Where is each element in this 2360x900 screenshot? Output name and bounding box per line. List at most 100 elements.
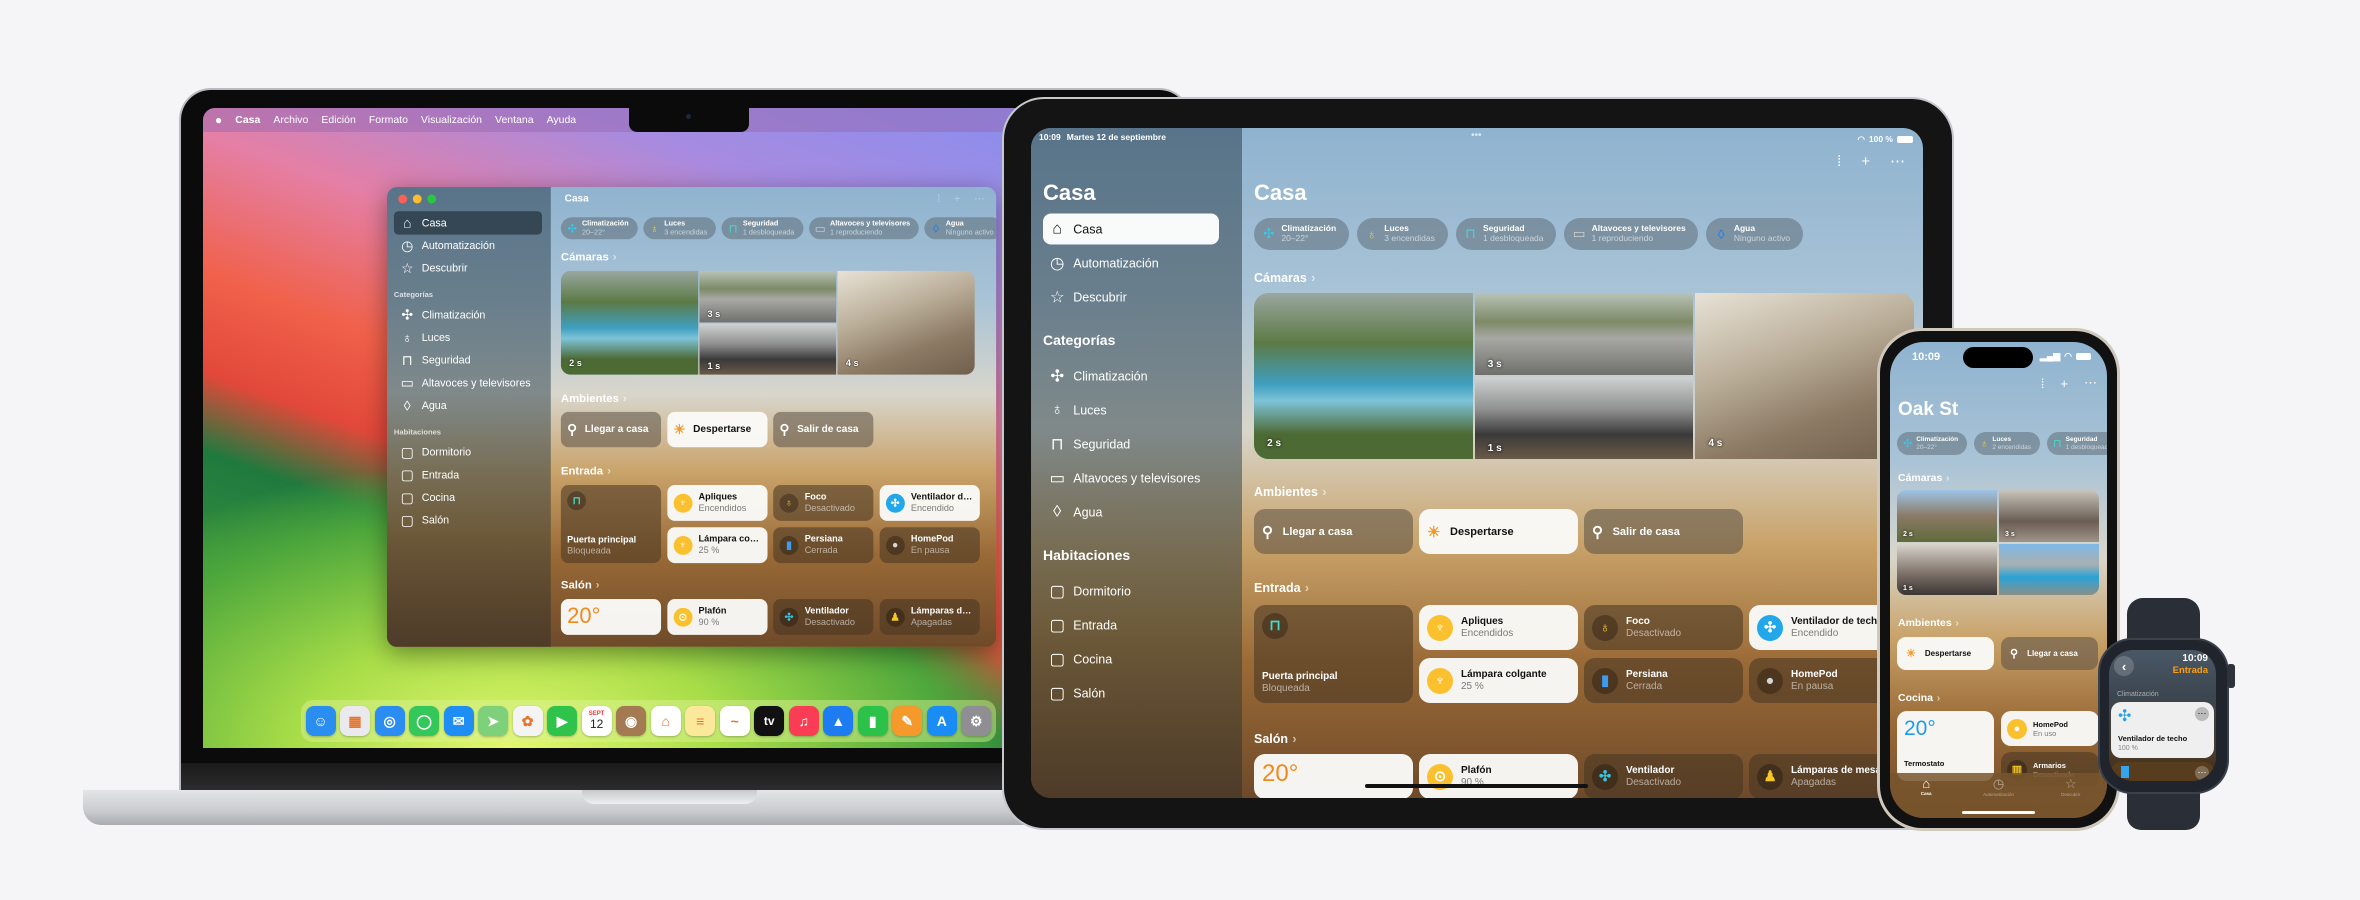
camera-feed[interactable]: 2 s [1897,490,1997,542]
sidebar-item[interactable]: ☆ Descubrir [394,257,542,280]
chip-fan[interactable]: ✣ Climatización 20–22° [1254,218,1349,250]
chip-speaker[interactable]: ▭ Altavoces y televisores 1 reproduciendo [808,217,919,240]
settings-icon[interactable]: ⚙ [961,706,992,736]
accessory-tile[interactable]: ⊓ Puerta principal Bloqueada [560,484,662,564]
home-icon[interactable]: ⌂ [650,706,681,736]
sidebar-item[interactable]: ▭ Altavoces y televisores [394,371,542,394]
camera-feed[interactable]: 3 s [699,270,837,323]
photos-icon[interactable]: ✿ [512,706,543,736]
waveform-button[interactable]: ⁞ [937,193,940,206]
sidebar-item[interactable]: ▢ Dormitorio [394,441,542,464]
menu-item[interactable]: Visualización [421,114,482,126]
thermostat-tile[interactable]: 20° [560,599,662,635]
chip-water[interactable]: ◊ Agua Ninguno activo [1706,218,1803,250]
scene-button[interactable]: ⚲ Llegar a casa [560,411,662,448]
sidebar-item[interactable]: ◷ Automatización [1043,248,1219,279]
messages-icon[interactable]: ◯ [409,706,440,736]
accessory-tile[interactable]: ✣ Ventilador Desactivado [1584,754,1743,798]
scenes-header[interactable]: Ambientes › [1898,617,1959,629]
menu-item[interactable]: Ayuda [547,114,577,126]
room-header[interactable]: Salón › [1254,732,1297,746]
plus-button[interactable]: + [2060,376,2068,391]
plus-button[interactable]: + [954,193,960,206]
camera-feed[interactable]: 1 s [1897,543,1997,595]
sidebar-item[interactable]: ⌂ Casa [1043,213,1219,245]
more-button[interactable]: ⋯ [2195,766,2209,780]
minimize-button[interactable] [412,194,422,204]
apple-logo-icon[interactable]: ● [215,113,222,127]
pages-icon[interactable]: ✎ [892,706,923,736]
tab-house[interactable]: ⌂ Casa [1891,776,1961,818]
accessory-tile[interactable]: ♆ Apliques Encendidos [667,484,768,521]
plus-button[interactable]: + [1861,153,1870,170]
accessory-tile[interactable]: ● HomePod En uso [2001,711,2099,746]
music-icon[interactable]: ♫ [788,706,819,736]
accessory-tile[interactable]: ♆ Lámpara colg... 25 % [667,527,768,564]
menu-item[interactable]: Casa [235,114,260,126]
accessory-tile[interactable]: ✣ Ventilador de t...Encendido [879,484,980,521]
menu-item[interactable]: Edición [321,114,355,126]
contacts-icon[interactable]: ◉ [616,706,647,736]
scenes-header[interactable]: Ambientes › [561,392,627,405]
back-button[interactable]: ‹ [2114,656,2134,676]
chip-lock[interactable]: ⊓ Seguridad1 desbloqueada [1455,218,1557,250]
accessory-tile[interactable]: ♆ Apliques Encendidos [1419,605,1578,650]
camera-feed[interactable]: 1 s [699,323,837,375]
camera-feed[interactable]: 4 s [837,270,975,375]
scenes-header[interactable]: Ambientes › [1254,485,1326,499]
mail-icon[interactable]: ✉ [443,706,474,736]
sidebar-item[interactable]: ◊ Agua [1043,497,1219,528]
accessory-tile[interactable]: ▮ Persiana Cerrada [773,527,874,564]
chip-lock[interactable]: ⊓ Seguridad1 desbloqueada [721,217,804,240]
watch-accessory-card[interactable]: ✣ ⋯ Ventilador de techo 100 % [2111,702,2214,758]
sidebar-item[interactable]: ▢ Dormitorio [1043,576,1219,607]
home-indicator[interactable] [1962,811,2035,814]
more-button[interactable]: ⋯ [2084,375,2097,391]
facetime-icon[interactable]: ▶ [547,706,578,736]
accessory-tile[interactable]: ♆ Lámpara colgante 25 % [1419,658,1578,703]
freeform-icon[interactable]: ~ [719,706,750,736]
room-header[interactable]: Salón › [561,579,600,592]
camera-feed[interactable]: 2 s [560,270,699,375]
scene-button[interactable]: ⚲ Llegar a casa [1254,509,1413,554]
multitasking-dots[interactable]: ••• [1471,130,1482,141]
camera-feed[interactable]: 2 s [1254,293,1473,459]
waveform-button[interactable]: ⁞ [2041,376,2045,391]
waveform-button[interactable]: ⁞ [1837,153,1841,170]
room-header[interactable]: Cocina › [1898,692,1940,704]
notes-icon[interactable]: ≡ [685,706,716,736]
sidebar-item[interactable]: ♁ Luces [1043,395,1219,426]
maps-icon[interactable]: ➤ [478,706,509,736]
thermostat-tile[interactable]: 20° [1254,754,1413,798]
camera-feed[interactable] [1999,543,2099,595]
sidebar-item[interactable]: ▢ Entrada [1043,610,1219,641]
digital-crown[interactable] [2227,664,2235,688]
accessory-tile[interactable]: ⊓ Puerta principal Bloqueada [1254,605,1413,703]
scene-button[interactable]: ☀ Despertarse [1419,509,1578,554]
scene-button[interactable]: ⚲ Salir de casa [1584,509,1743,554]
accessory-tile[interactable]: ✣ Ventilador Desactivado [773,599,874,635]
accessory-tile[interactable]: ⊙ Plafón 90 % [1419,754,1578,798]
chip-speaker[interactable]: ▭ Altavoces y televisores 1 reproduciendo [1564,218,1699,250]
scene-button[interactable]: ⚲ Llegar a casa [2001,637,2098,670]
camera-feed[interactable]: 1 s [1474,377,1694,459]
sidebar-item[interactable]: ▢ Cocina [1043,644,1219,675]
sidebar-item[interactable]: ▢ Cocina [394,486,542,509]
sidebar-item[interactable]: ◷ Automatización [394,234,542,257]
finder-icon[interactable]: ☺ [305,706,336,736]
chip-bulb[interactable]: ♁ Luces 2 encendidas [1974,432,2041,455]
accessory-tile[interactable]: ⊙ Plafón 90 % [667,599,768,635]
tab-star[interactable]: ☆ Descubrir [2036,776,2106,818]
room-header[interactable]: Entrada › [561,465,611,478]
app-store-icon[interactable]: A [926,706,957,736]
launchpad-icon[interactable]: ▦ [340,706,371,736]
zoom-button[interactable] [427,194,437,204]
scene-button[interactable]: ☀ Despertarse [667,411,768,448]
cameras-header[interactable]: Cámaras › [1898,472,1950,484]
safari-icon[interactable]: ◎ [374,706,405,736]
thermostat-tile[interactable]: 20° Termostato [1897,711,1994,781]
keynote-icon[interactable]: ▲ [823,706,854,736]
close-button[interactable] [398,194,408,204]
chip-water[interactable]: ◊ Agua Ninguno activo [924,217,997,240]
calendar-icon[interactable]: SEPT 12 [581,706,612,736]
